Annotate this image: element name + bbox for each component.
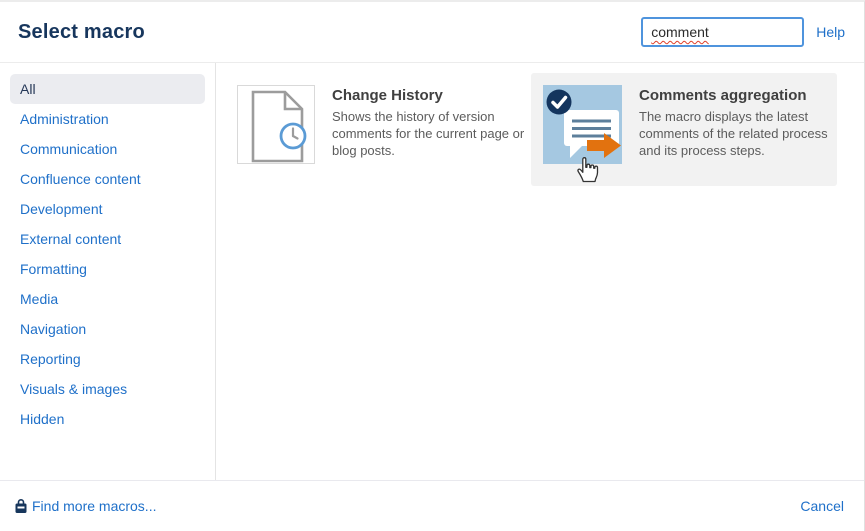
dialog-header: Select macro comment Help	[0, 2, 864, 63]
sidebar-item-confluence-content[interactable]: Confluence content	[10, 164, 205, 194]
sidebar-item-navigation[interactable]: Navigation	[10, 314, 205, 344]
change-history-icon-box	[237, 85, 315, 164]
sidebar-item-communication[interactable]: Communication	[10, 134, 205, 164]
cancel-link[interactable]: Cancel	[800, 498, 844, 514]
search-input-value: comment	[651, 24, 709, 40]
help-link[interactable]: Help	[816, 24, 845, 40]
macro-title: Comments aggregation	[639, 87, 835, 104]
sidebar-item-visuals-images[interactable]: Visuals & images	[10, 374, 205, 404]
search-input[interactable]: comment	[641, 17, 804, 47]
sidebar-item-formatting[interactable]: Formatting	[10, 254, 205, 284]
document-clock-icon	[238, 86, 314, 163]
macro-list: Change History Shows the history of vers…	[216, 63, 864, 480]
sidebar-item-development[interactable]: Development	[10, 194, 205, 224]
dialog-footer: Find more macros... Cancel	[0, 480, 864, 531]
sidebar-item-hidden[interactable]: Hidden	[10, 404, 205, 434]
find-more-macros-link[interactable]: Find more macros...	[14, 498, 156, 514]
macro-description: The macro displays the latest comments o…	[639, 108, 835, 159]
category-sidebar: All Administration Communication Conflue…	[0, 63, 216, 480]
macro-card-change-history[interactable]: Change History Shows the history of vers…	[225, 73, 531, 186]
sidebar-item-administration[interactable]: Administration	[10, 104, 205, 134]
dialog-body: All Administration Communication Conflue…	[0, 63, 864, 480]
marketplace-icon	[14, 498, 28, 514]
sidebar-item-reporting[interactable]: Reporting	[10, 344, 205, 374]
macro-text: Change History Shows the history of vers…	[332, 85, 528, 174]
sidebar-item-all[interactable]: All	[10, 74, 205, 104]
macro-card-comments-aggregation[interactable]: Comments aggregation The macro displays …	[531, 73, 837, 186]
macro-text: Comments aggregation The macro displays …	[639, 85, 835, 174]
comment-bubble-check-arrow-icon	[543, 85, 622, 164]
macro-title: Change History	[332, 87, 528, 104]
sidebar-item-media[interactable]: Media	[10, 284, 205, 314]
page-title: Select macro	[18, 21, 145, 44]
select-macro-dialog: Select macro comment Help All Administra…	[0, 0, 865, 531]
sidebar-item-external-content[interactable]: External content	[10, 224, 205, 254]
find-more-macros-label: Find more macros...	[32, 498, 156, 514]
comments-aggregation-icon-box	[543, 85, 622, 164]
macro-description: Shows the history of version comments fo…	[332, 108, 528, 159]
